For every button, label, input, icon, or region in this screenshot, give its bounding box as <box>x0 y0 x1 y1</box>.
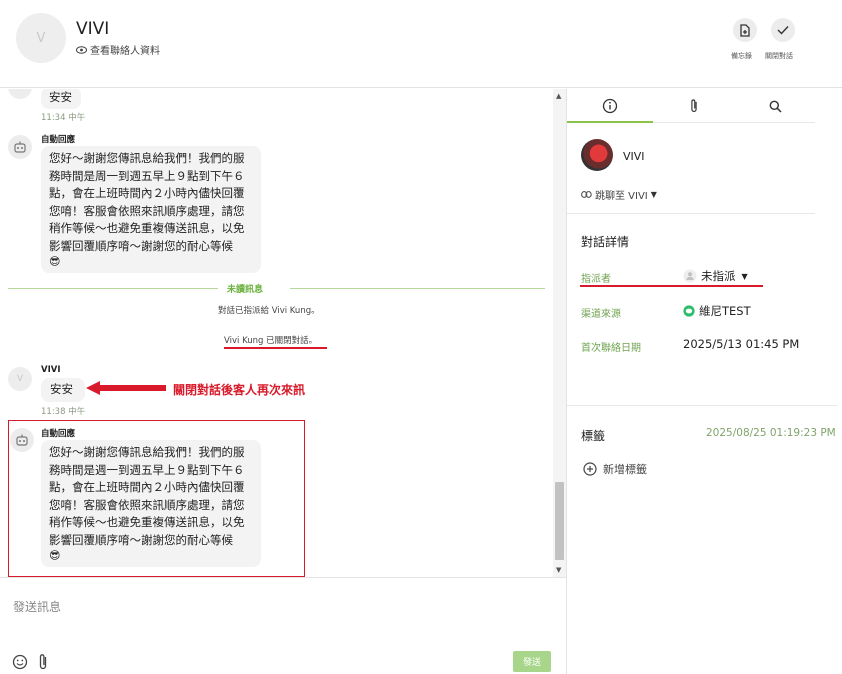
system-message-assigned: 對話已指派給 Vivi Kung。 <box>218 306 320 316</box>
check-icon <box>777 26 789 35</box>
info-icon <box>602 98 618 114</box>
panel-tabs <box>567 89 815 123</box>
message-line: 點，會在上班時間內２小時內儘快回覆 <box>49 480 245 494</box>
message-line: 點，會在上班時間內２小時內儘快回覆 <box>49 186 245 200</box>
paperclip-icon <box>39 654 47 670</box>
unread-divider-right <box>290 288 545 289</box>
message-line: 影響回覆順序唷～謝謝您的耐心等候 <box>49 238 233 253</box>
system-message-closed: Vivi Kung 已關閉對話。 <box>224 336 318 346</box>
user-icon <box>683 269 697 283</box>
active-tab-indicator <box>567 121 653 123</box>
search-icon <box>769 100 782 113</box>
message-time: 11:38 中午 <box>41 407 86 417</box>
message-composer: 發送訊息 發送 <box>0 577 566 674</box>
tags-title: 標籤 <box>581 429 606 443</box>
conversation-header: V VIVI 查看聯絡人資料 備忘錄 關閉對話 <box>0 0 842 88</box>
message-line: 稍作等候～也避免重複傳送訊息，以免 <box>49 515 245 529</box>
jump-label: 跳聊至 VIVI <box>595 191 648 202</box>
document-add-icon <box>740 23 750 37</box>
auto-reply-bubble: 您好～謝謝您傳訊息給我們！我們的服 務時間是週一到週五早上９點到下午６ 點，會在… <box>41 440 261 567</box>
contact-name: VIVI <box>623 150 645 163</box>
bot-avatar <box>8 135 32 159</box>
send-button[interactable]: 發送 <box>513 651 551 672</box>
scrollbar-thumb[interactable] <box>555 482 564 560</box>
robot-icon <box>16 434 28 446</box>
plus-circle-icon <box>583 462 597 476</box>
channel-name: 維尼TEST <box>699 304 751 318</box>
channel-label: 渠道來源 <box>581 309 621 320</box>
contact-name: VIVI <box>76 19 110 39</box>
tab-info[interactable] <box>567 89 653 123</box>
smiley-icon <box>12 654 28 670</box>
first-contact-value: 2025/5/13 01:45 PM <box>683 337 800 351</box>
caret-down-icon: ▼ <box>650 190 657 199</box>
first-contact-label: 首次聯絡日期 <box>581 343 641 354</box>
robot-icon <box>14 141 26 153</box>
jump-to-chat-dropdown[interactable]: 跳聊至 VIVI ▼ <box>581 187 657 202</box>
tab-attachments[interactable] <box>653 89 735 123</box>
attach-button[interactable] <box>37 653 49 674</box>
message-line: 影響回覆順序唷～謝謝您的耐心等候 <box>49 532 233 547</box>
close-conversation-button[interactable] <box>771 18 795 42</box>
eye-icon <box>76 45 87 54</box>
close-conversation-label: 關閉對話 <box>765 52 793 60</box>
emoji-button[interactable] <box>12 654 28 673</box>
tags-timestamp: 2025/08/25 01:19:23 PM <box>706 427 836 439</box>
divider <box>567 405 837 406</box>
annotation-text: 關閉對話後客人再次來訊 <box>173 383 306 397</box>
chat-messages: 安安 11:34 中午 自動回應 您好～謝謝您傳訊息給我們！我們的服 務時間是周… <box>0 89 566 577</box>
divider <box>567 213 815 214</box>
sender-name: 自動回應 <box>41 135 76 145</box>
memo-button[interactable] <box>733 18 757 42</box>
annotation-underline <box>580 285 763 287</box>
view-profile-label: 查看聯絡人資料 <box>90 46 160 57</box>
message-text: 安安 <box>50 382 73 396</box>
message-bubble: 安安 <box>41 378 85 402</box>
assignee-value: 未指派 <box>701 269 736 283</box>
message-line: 稍作等候～也避免重複傳送訊息，以免 <box>49 221 245 235</box>
message-line: 您唷！客服會依照來訊順序處理，請您 <box>49 497 245 512</box>
customer-avatar <box>8 89 32 99</box>
message-bubble: 安安 <box>41 89 81 109</box>
sender-name: VIVI <box>41 365 61 375</box>
red-arrow-icon <box>86 381 166 395</box>
sender-name: 自動回應 <box>41 429 76 439</box>
message-line: 您好～謝謝您傳訊息給我們！我們的服 <box>49 151 245 165</box>
contact-avatar: V <box>16 13 66 63</box>
paperclip-icon <box>691 99 697 112</box>
auto-reply-bubble: 您好～謝謝您傳訊息給我們！我們的服 務時間是周一到週五早上９點到下午６ 點，會在… <box>41 146 261 273</box>
message-line: 您唷！客服會依照來訊順序處理，請您 <box>49 203 245 218</box>
message-line: 務時間是周一到週五早上９點到下午６ <box>49 168 245 183</box>
bot-avatar <box>10 428 34 452</box>
customer-avatar: V <box>8 367 32 391</box>
details-title: 對話詳情 <box>581 235 630 249</box>
add-tag-label: 新增標籤 <box>603 463 647 476</box>
assignee-dropdown[interactable]: 未指派 ▼ <box>683 268 748 284</box>
contact-photo <box>581 139 613 171</box>
unread-divider-left <box>8 288 218 289</box>
contact-details-panel: VIVI 跳聊至 VIVI ▼ 對話詳情 指派者 未指派 ▼ 渠道來源 維尼TE… <box>566 89 842 674</box>
message-line: 您好～謝謝您傳訊息給我們！我們的服 <box>49 445 245 459</box>
link-icon <box>581 191 592 198</box>
sunglasses-emoji-icon: 😎 <box>49 255 61 268</box>
line-chat-icon <box>683 305 695 317</box>
caret-down-icon: ▼ <box>741 271 748 281</box>
message-text: 安安 <box>49 90 72 104</box>
message-line: 務時間是週一到週五早上９點到下午６ <box>49 462 245 477</box>
tab-search[interactable] <box>735 89 815 123</box>
add-tag-button[interactable]: 新增標籤 <box>583 461 647 477</box>
unread-label: 未讀訊息 <box>227 285 264 295</box>
message-time: 11:34 中午 <box>41 113 86 123</box>
scroll-down-icon[interactable]: ▼ <box>556 566 561 574</box>
annotation-underline <box>224 347 327 349</box>
channel-value: 維尼TEST <box>683 303 751 319</box>
assignee-label: 指派者 <box>581 274 611 285</box>
view-profile-link[interactable]: 查看聯絡人資料 <box>76 42 160 57</box>
message-input[interactable]: 發送訊息 <box>13 598 61 615</box>
sunglasses-emoji-icon: 😎 <box>49 549 61 562</box>
memo-label: 備忘錄 <box>731 52 752 60</box>
scroll-up-icon[interactable]: ▲ <box>556 92 561 100</box>
chat-scrollbar[interactable]: ▲ ▼ <box>553 89 566 577</box>
